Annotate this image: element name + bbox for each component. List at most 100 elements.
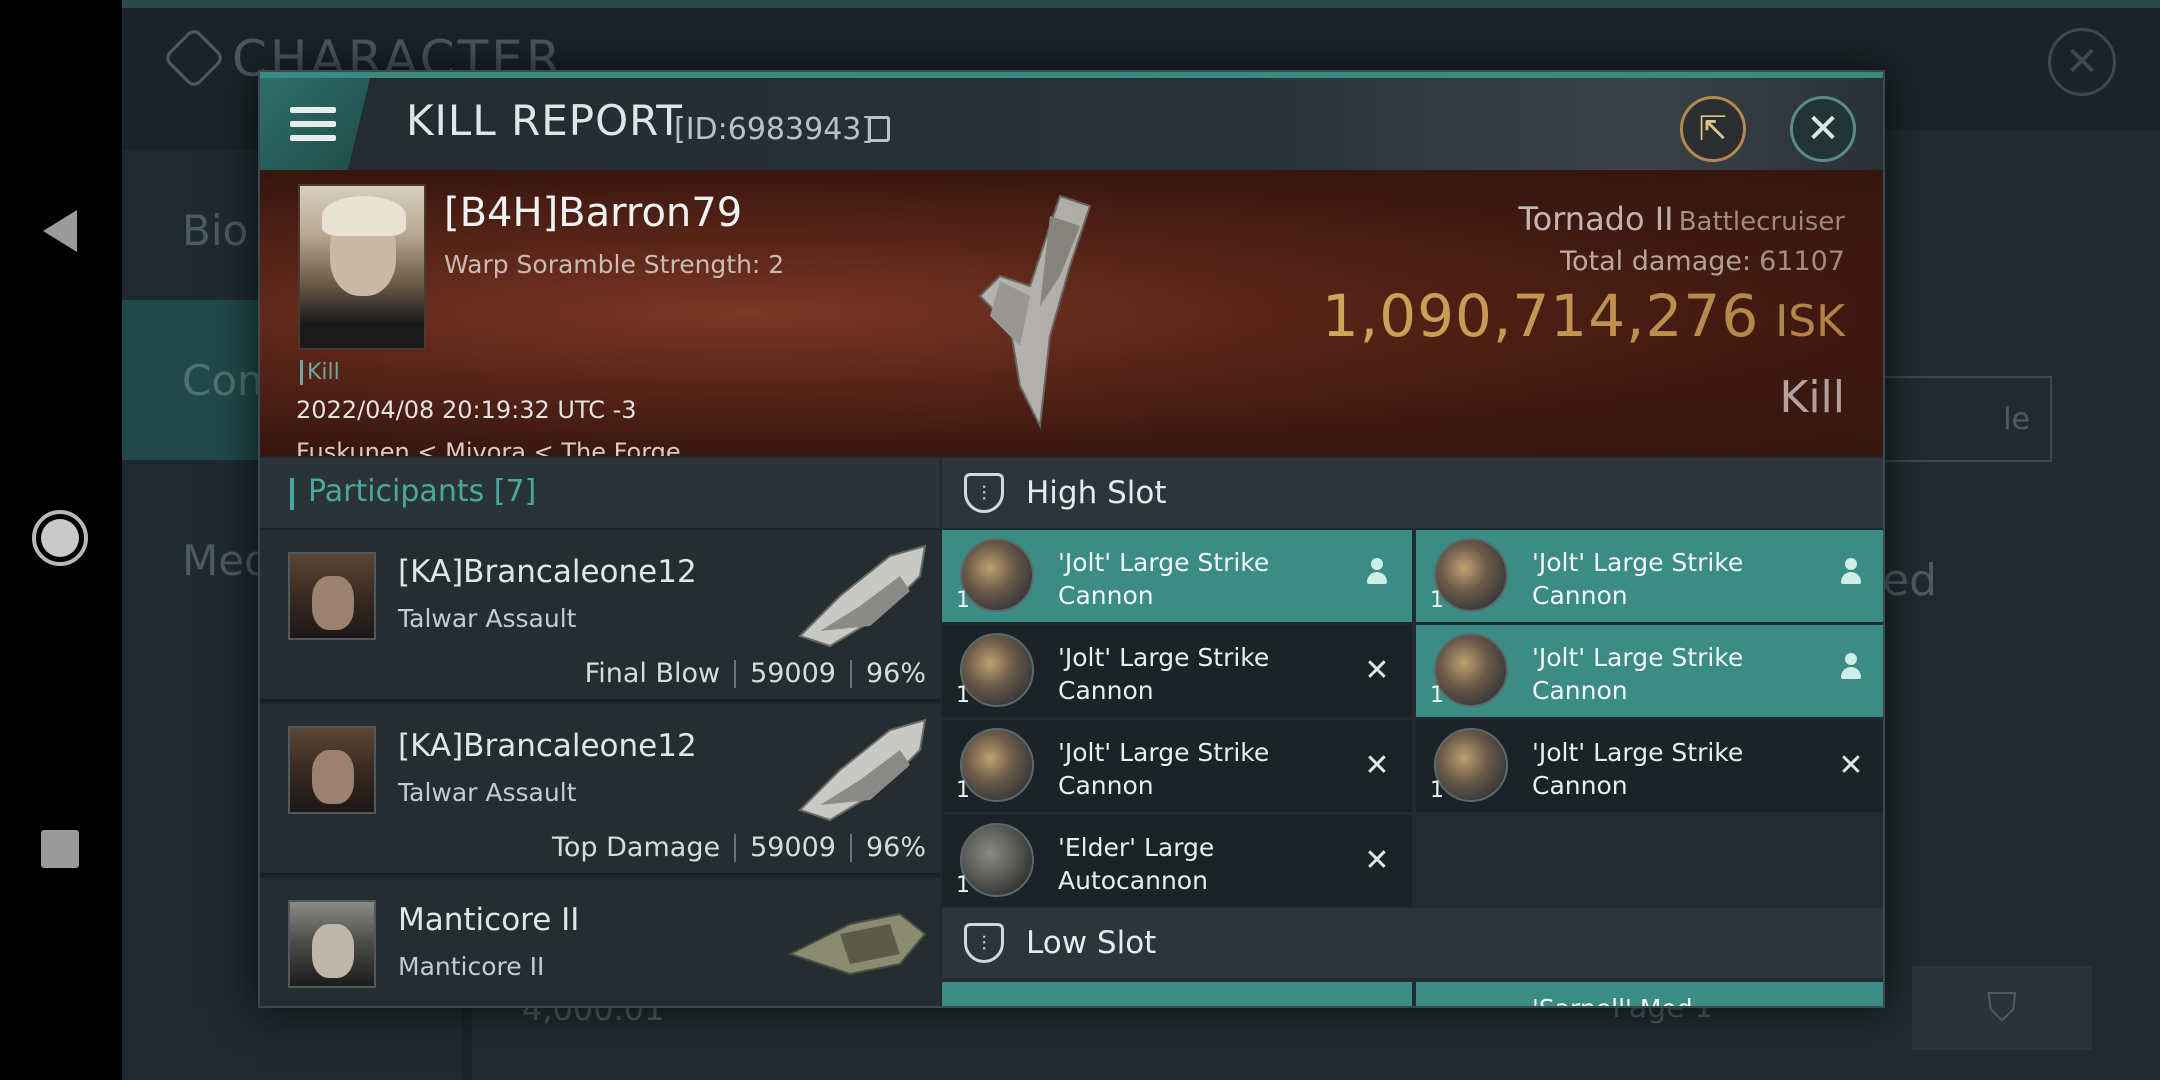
close-button[interactable]: ✕	[1790, 96, 1856, 162]
participant-avatar	[288, 900, 376, 988]
background-text: ed	[1882, 555, 1937, 606]
module-quantity: 1	[1430, 778, 1444, 803]
participant-row[interactable]: [KA]Brancaleone12 Talwar Assault Top Dam…	[260, 704, 940, 876]
module-item[interactable]: 1 'Elder' Large Autocannon ✕	[942, 815, 1412, 907]
module-item[interactable]: 'Sarnell' Mod...	[1416, 982, 1883, 1006]
module-item[interactable]: 1 'Jolt' Large Strike Cannon ✕	[1416, 720, 1883, 812]
isk-amount: 1,090,714,276	[1321, 282, 1760, 350]
isk-value: 1,090,714,276 ISK	[1322, 282, 1845, 350]
dropped-icon	[1834, 653, 1868, 689]
module-name: 'Elder' Large Autocannon	[1058, 833, 1215, 895]
module-quantity: 1	[956, 683, 970, 708]
low-slot-icon: ⫶	[964, 923, 1004, 963]
dropped-icon	[1834, 558, 1868, 594]
close-icon: ✕	[1806, 106, 1840, 152]
participants-panel: Participants [7] [KA]Brancaleone12 Talwa…	[260, 458, 940, 1006]
module-quantity: 1	[956, 588, 970, 613]
participant-damage: 59009	[750, 832, 836, 863]
module-icon	[1434, 728, 1508, 802]
participant-damage: 59009	[750, 658, 836, 689]
participant-name: [KA]Brancaleone12	[398, 554, 697, 590]
module-item[interactable]: 1 'Jolt' Large Strike Cannon	[942, 530, 1412, 622]
high-slot-title: High Slot	[1026, 475, 1167, 511]
character-icon	[162, 26, 226, 90]
participant-role: Final Blow	[584, 658, 721, 689]
module-name: 'Jolt' Large Strike Cannon	[1532, 738, 1744, 800]
module-icon	[1434, 633, 1508, 707]
participants-title: Participants [7]	[308, 474, 537, 509]
background-close-icon: ✕	[2048, 28, 2116, 96]
modal-title: KILL REPORT	[406, 96, 683, 145]
participant-stats: Top Damage 59009 96%	[552, 832, 926, 863]
module-icon	[1434, 538, 1508, 612]
module-name: 'Jolt' Large Strike Cannon	[1532, 548, 1744, 610]
ship-class: Battlecruiser	[1678, 207, 1845, 237]
module-quantity: 1	[956, 778, 970, 803]
module-name: 'Jolt' Large Strike Cannon	[1058, 738, 1270, 800]
module-item[interactable]: 1 'Jolt' Large Strike Cannon ✕	[942, 720, 1412, 812]
total-damage-value: 61107	[1759, 246, 1845, 277]
destroyed-icon: ✕	[1838, 748, 1864, 783]
copy-icon[interactable]	[868, 116, 890, 142]
victim-name[interactable]: [B4H]Barron79	[444, 190, 742, 236]
module-item[interactable]: 1 'Jolt' Large Strike Cannon	[1416, 530, 1883, 622]
victim-banner: [B4H]Barron79 Warp Soramble Strength: 2 …	[260, 170, 1883, 456]
victim-subtitle: Warp Soramble Strength: 2	[444, 250, 785, 279]
module-name: 'Jolt' Large Strike Cannon	[1058, 643, 1270, 705]
module-item[interactable]: 1 'Jolt' Large Strike Cannon	[1416, 625, 1883, 717]
module-quantity: 1	[956, 873, 970, 898]
high-slot-icon: ⫶	[964, 473, 1004, 513]
kill-tag: Kill	[300, 360, 340, 385]
background-top-bar	[122, 0, 2160, 8]
report-id: [ID:6983943]	[674, 112, 874, 147]
destroyed-icon: ✕	[1364, 653, 1390, 688]
participant-ship-image	[798, 544, 927, 648]
participants-header: Participants [7]	[260, 458, 940, 528]
module-quantity: 1	[1430, 683, 1444, 708]
module-icon	[960, 633, 1034, 707]
participant-stats: Final Blow 59009 96%	[585, 658, 926, 689]
fitting-panel: ⫶ High Slot 1 'Jolt' Large Strike Cannon…	[942, 458, 1883, 1006]
module-name: 'Jolt' Large Strike Cannon	[1532, 643, 1744, 705]
module-icon	[960, 538, 1034, 612]
participant-avatar	[288, 552, 376, 640]
module-item[interactable]	[942, 982, 1412, 1006]
participant-row[interactable]: [KA]Brancaleone12 Talwar Assault Final B…	[260, 530, 940, 702]
participant-percent: 96%	[865, 832, 926, 863]
participant-ship: Talwar Assault	[398, 604, 577, 633]
total-damage: Total damage: 61107	[1560, 246, 1845, 277]
module-name: 'Sarnell' Mod...	[1532, 992, 1822, 1006]
module-item[interactable]: 1 'Jolt' Large Strike Cannon ✕	[942, 625, 1412, 717]
module-icon	[960, 728, 1034, 802]
result-label: Kill	[1779, 372, 1845, 423]
low-slot-header: ⫶ Low Slot	[942, 908, 1883, 978]
isk-unit: ISK	[1775, 296, 1845, 347]
victim-ship-image[interactable]	[960, 186, 1140, 436]
victim-location[interactable]: Fuskunen < Mivora < The Forge	[296, 438, 681, 456]
share-button[interactable]: ⇱	[1680, 96, 1746, 162]
destroyed-icon: ✕	[1364, 843, 1390, 878]
participant-row[interactable]: Manticore II Manticore II	[260, 878, 940, 1006]
module-icon	[960, 823, 1034, 897]
participant-ship-image	[798, 718, 927, 822]
module-name: 'Jolt' Large Strike Cannon	[1058, 548, 1270, 610]
victim-portrait[interactable]	[298, 184, 426, 350]
participant-ship-image	[787, 912, 927, 976]
ship-name[interactable]: Tornado II	[1519, 200, 1674, 238]
module-quantity: 1	[1430, 588, 1444, 613]
home-icon[interactable]	[28, 506, 92, 570]
menu-button[interactable]	[260, 78, 370, 170]
kill-report-modal: KILL REPORT [ID:6983943] ⇱ ✕ [B4H]Barron…	[258, 70, 1885, 1008]
back-icon[interactable]	[28, 199, 92, 263]
participant-ship: Talwar Assault	[398, 778, 577, 807]
participant-name: [KA]Brancaleone12	[398, 728, 697, 764]
filter-icon: ⛉	[1912, 966, 2092, 1050]
android-nav-bar	[0, 0, 122, 1080]
recent-apps-icon[interactable]	[28, 817, 92, 881]
participant-avatar	[288, 726, 376, 814]
victim-datetime: 2022/04/08 20:19:32 UTC -3	[296, 396, 637, 424]
participant-role: Top Damage	[552, 832, 721, 863]
modal-header: KILL REPORT [ID:6983943] ⇱ ✕	[260, 78, 1883, 170]
destroyed-icon: ✕	[1364, 748, 1390, 783]
ship-title: Tornado II Battlecruiser	[1519, 200, 1846, 238]
